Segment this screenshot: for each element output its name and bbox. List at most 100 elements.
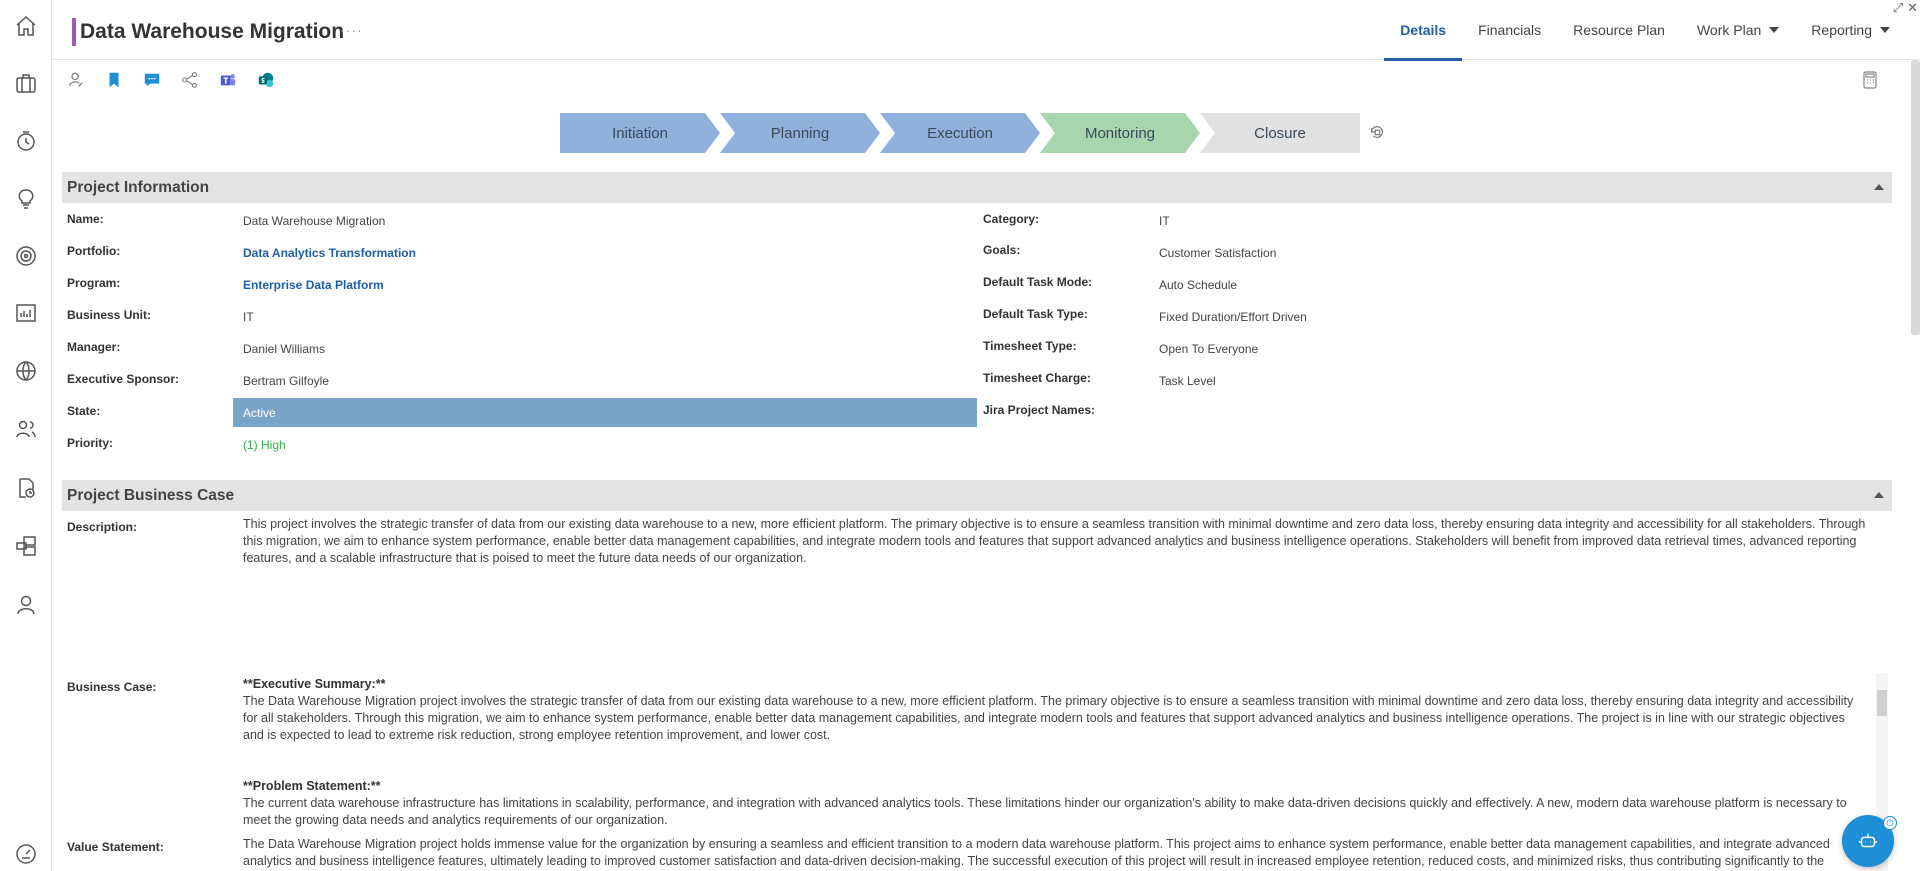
robot-icon (1859, 833, 1877, 848)
field-label: Executive Sponsor: (67, 372, 180, 386)
stage-initiation[interactable]: Initiation (560, 113, 720, 153)
business-case-text[interactable]: **Executive Summary:** The Data Warehous… (243, 676, 1860, 829)
stage-label: Execution (927, 124, 993, 142)
stage-label: Closure (1254, 124, 1306, 142)
stack-icon[interactable] (13, 533, 39, 559)
page-header: Data Warehouse Migration ···· Details Fi… (52, 0, 1920, 61)
page-title: Data Warehouse Migration (80, 20, 345, 43)
field-label: Default Task Mode: (983, 275, 1093, 289)
stage-closure[interactable]: Closure (1200, 113, 1360, 153)
value-statement-text: The Data Warehouse Migration project hol… (243, 837, 1830, 868)
home-icon[interactable] (13, 13, 39, 39)
field-label: Value Statement: (67, 840, 164, 854)
project-stage-tracker: Initiation Planning Execution Monitoring… (560, 113, 1360, 153)
category-value: IT (1159, 214, 1170, 228)
share-icon[interactable] (180, 70, 200, 90)
chevron-down-icon (1880, 27, 1890, 33)
field-label: Timesheet Charge: (983, 371, 1091, 385)
state-field[interactable]: Active (233, 398, 977, 427)
section-title: Project Business Case (67, 486, 235, 504)
tab-details[interactable]: Details (1384, 0, 1463, 61)
field-label: Name: (67, 212, 104, 226)
tab-label: Resource Plan (1573, 22, 1665, 38)
people-icon[interactable] (13, 416, 39, 442)
briefcase-icon[interactable] (13, 70, 39, 96)
default-task-type-value: Fixed Duration/Effort Driven (1159, 310, 1307, 324)
chevron-down-icon (1769, 27, 1780, 33)
lightbulb-icon[interactable] (13, 186, 39, 212)
field-label: Business Unit: (67, 308, 152, 322)
stage-label: Planning (770, 124, 830, 142)
left-nav-rail (0, 0, 52, 871)
collapse-icon[interactable] (1874, 184, 1884, 190)
executive-sponsor-value: Bertram Gilfoyle (243, 374, 330, 388)
field-label: Program: (67, 276, 121, 290)
field-label: Description: (67, 520, 138, 534)
manager-value: Daniel Williams (243, 342, 326, 356)
dashboard-icon[interactable] (13, 300, 39, 326)
field-label: Category: (983, 212, 1040, 226)
sharepoint-icon[interactable] (256, 70, 276, 90)
tab-financials[interactable]: Financials (1462, 0, 1557, 60)
state-value: Active (243, 405, 276, 420)
default-task-mode-value: Auto Schedule (1159, 278, 1238, 292)
clock-icon[interactable] (13, 128, 39, 154)
user-icon[interactable] (13, 592, 39, 618)
collapse-icon[interactable] (1874, 492, 1884, 498)
project-information-header[interactable]: Project Information (62, 172, 1892, 203)
name-value: Data Warehouse Migration (243, 214, 386, 228)
bookmark-icon[interactable] (104, 70, 124, 90)
tab-label: Financials (1478, 22, 1542, 38)
comment-icon[interactable] (142, 70, 162, 90)
executive-summary-text: The Data Warehouse Migration project inv… (243, 694, 1854, 742)
field-label: Business Case: (67, 680, 157, 694)
stage-execution[interactable]: Execution (880, 113, 1040, 153)
target-icon[interactable] (13, 243, 39, 269)
tab-label: Work Plan (1696, 22, 1762, 38)
goals-value: Customer Satisfaction (1159, 246, 1277, 260)
project-business-case-header[interactable]: Project Business Case (62, 480, 1892, 511)
tab-work-plan[interactable]: Work Plan (1681, 0, 1795, 60)
page-scrollbar[interactable] (1911, 60, 1920, 335)
priority-value: (1) High (243, 438, 286, 452)
portfolio-link[interactable]: Data Analytics Transformation (243, 246, 416, 260)
tab-label: Details (1400, 22, 1447, 38)
more-options-icon[interactable]: ···· (340, 22, 363, 38)
description-text: This project involves the strategic tran… (243, 517, 1866, 565)
globe-icon[interactable] (13, 358, 39, 384)
field-label: Default Task Type: (983, 307, 1088, 321)
gauge-icon[interactable] (13, 841, 39, 867)
tab-resource-plan[interactable]: Resource Plan (1557, 0, 1681, 60)
assign-user-icon[interactable] (66, 70, 86, 90)
problem-statement-text: The current data warehouse infrastructur… (243, 796, 1847, 827)
stage-monitoring[interactable]: Monitoring (1040, 113, 1200, 153)
tab-label: Reporting (1811, 22, 1872, 38)
executive-summary-heading: **Executive Summary:** (243, 677, 386, 691)
program-link[interactable]: Enterprise Data Platform (243, 278, 384, 292)
field-label: Portfolio: (67, 244, 121, 258)
title-accent-bar (72, 18, 76, 46)
teams-icon[interactable] (218, 70, 238, 90)
field-label: Jira Project Names: (983, 403, 1096, 417)
tab-reporting[interactable]: Reporting (1795, 0, 1906, 60)
field-label: Priority: (67, 436, 114, 450)
stage-label: Monitoring (1084, 124, 1156, 142)
field-label: Goals: (983, 243, 1021, 257)
report-icon[interactable] (13, 475, 39, 501)
power-icon[interactable]: ⏻ (1883, 816, 1897, 830)
field-label: Timesheet Type: (983, 339, 1077, 353)
timesheet-type-value: Open To Everyone (1159, 342, 1259, 356)
stage-history-icon[interactable] (1368, 123, 1388, 143)
business-unit-value: IT (243, 310, 254, 324)
field-label: State: (67, 404, 101, 418)
action-toolbar (66, 70, 276, 90)
section-title: Project Information (67, 178, 210, 196)
stage-planning[interactable]: Planning (720, 113, 880, 153)
stage-label: Initiation (612, 124, 668, 142)
top-nav-tabs: Details Financials Resource Plan Work Pl… (1384, 0, 1906, 61)
timesheet-charge-value: Task Level (1159, 374, 1216, 388)
scrollbar-thumb[interactable] (1877, 690, 1887, 716)
problem-statement-heading: **Problem Statement:** (243, 779, 381, 793)
calculator-icon[interactable] (1860, 70, 1880, 90)
field-label: Manager: (67, 340, 121, 354)
